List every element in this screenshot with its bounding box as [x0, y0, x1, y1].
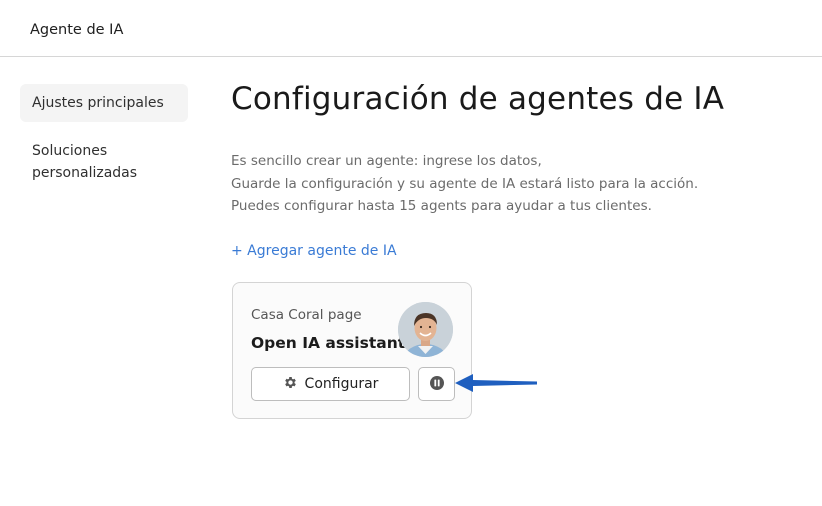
annotation-arrow [455, 374, 537, 392]
sidebar-item-ajustes-principales[interactable]: Ajustes principales [20, 84, 188, 122]
top-bar: Agente de IA [0, 0, 822, 57]
description-line: Guarde la configuración y su agente de I… [231, 175, 699, 192]
app-title: Agente de IA [30, 22, 124, 38]
sidebar: Ajustes principales Soluciones personali… [20, 84, 188, 192]
agent-card: Casa Coral page Open IA assistant Config… [232, 282, 472, 419]
sidebar-item-soluciones-personalizadas[interactable]: Soluciones personalizadas [20, 132, 188, 192]
agent-name: Open IA assistant [251, 334, 406, 352]
description-line: Es sencillo crear un agente: ingrese los… [231, 153, 542, 169]
description-line: Puedes configurar hasta 15 agents para a… [231, 198, 652, 214]
pause-icon [429, 375, 445, 394]
pause-button[interactable] [418, 367, 455, 401]
avatar [398, 302, 453, 357]
agent-page-name: Casa Coral page [251, 307, 362, 323]
main-content: Configuración de agentes de IA Es sencil… [231, 78, 811, 259]
configure-button-label: Configurar [304, 376, 379, 392]
avatar-image [398, 302, 453, 357]
page-title: Configuración de agentes de IA [231, 81, 725, 117]
description: Es sencillo crear un agente: ingrese los… [231, 150, 811, 218]
gear-icon [283, 375, 298, 394]
configure-button[interactable]: Configurar [251, 367, 410, 401]
add-agent-link[interactable]: + Agregar agente de IA [231, 243, 397, 259]
